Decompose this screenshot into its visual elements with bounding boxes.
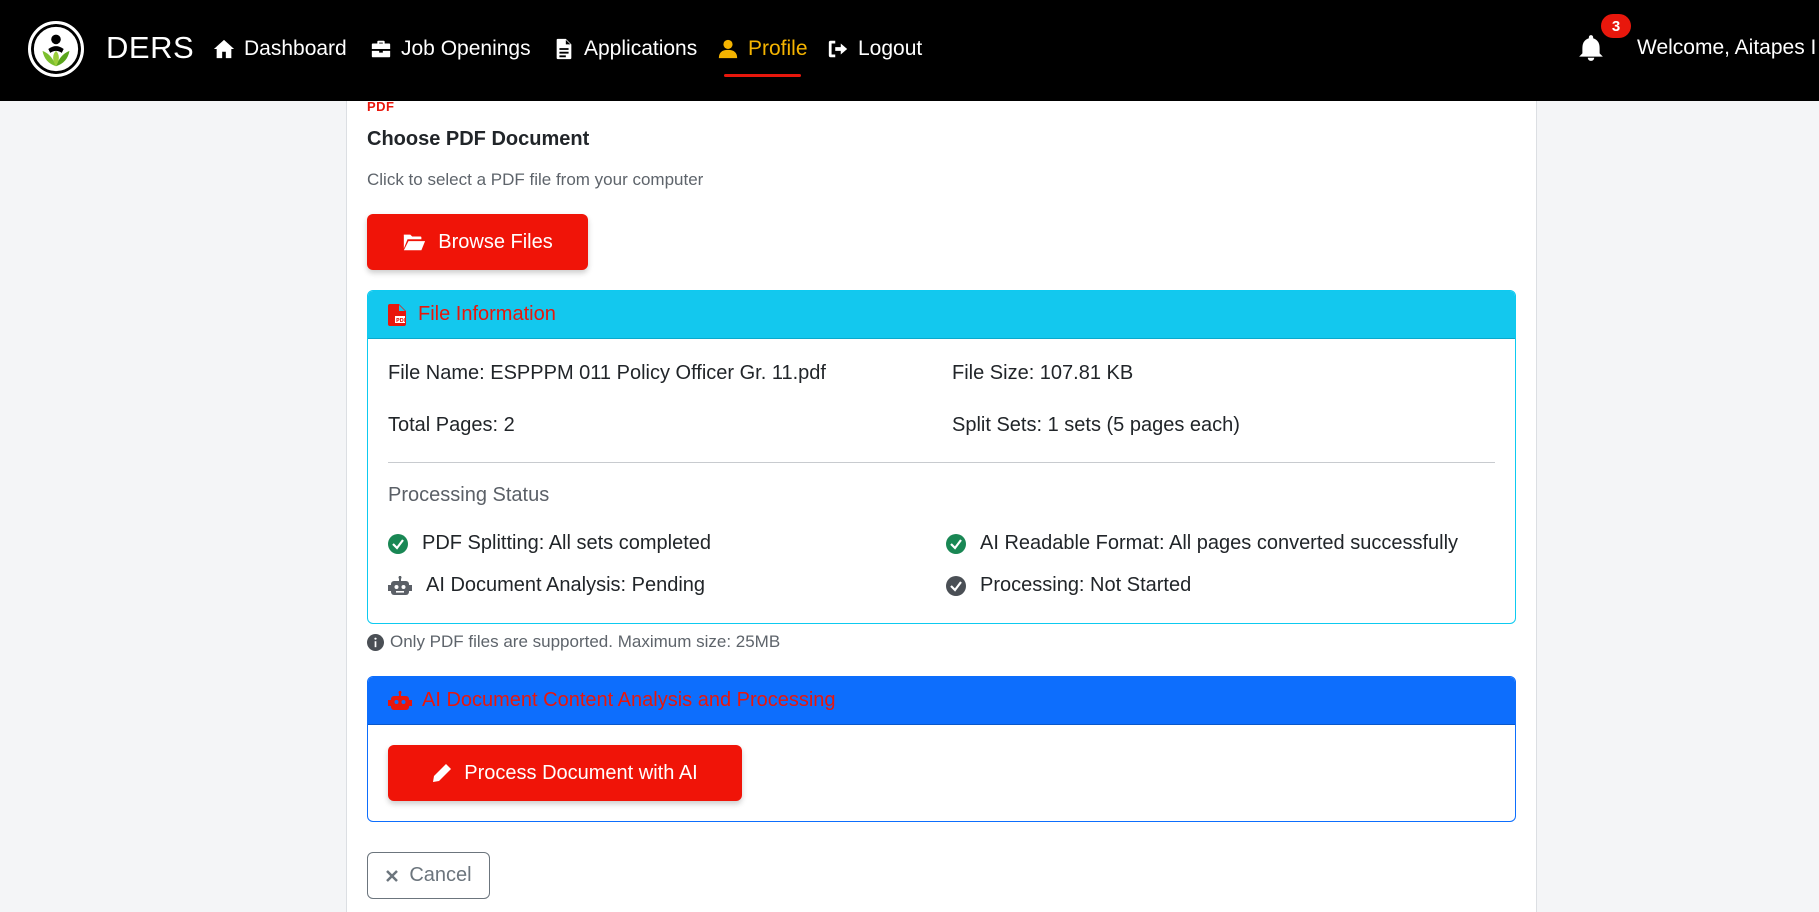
bell-icon: [1579, 35, 1603, 61]
welcome-user-text[interactable]: Welcome, Aitapes I: [1637, 36, 1816, 60]
pdf-file-icon: PDF: [367, 99, 395, 114]
robot-icon: [388, 690, 412, 710]
check-circle-icon: [946, 533, 966, 554]
processing-status-title: Processing Status: [388, 484, 550, 506]
ai-processing-header: AI Document Content Analysis and Process…: [368, 677, 1515, 725]
svg-text:PDF: PDF: [396, 318, 406, 324]
choose-pdf-title: Choose PDF Document: [367, 128, 590, 150]
cancel-button[interactable]: Cancel: [367, 852, 490, 899]
check-circle-icon: [388, 533, 408, 554]
status-ai-analysis: AI Document Analysis: Pending: [388, 574, 705, 597]
nav-dashboard[interactable]: Dashboard: [213, 34, 347, 64]
status-ai-analysis-label: AI Document Analysis: Pending: [426, 574, 706, 596]
file-name-text: File Name: ESPPPM 011 Policy Officer Gr.…: [388, 362, 826, 384]
nav-applications-label: Applications: [584, 37, 698, 60]
nav-job-openings-label: Job Openings: [401, 37, 531, 60]
briefcase-icon: [371, 40, 391, 58]
document-icon: [556, 38, 572, 60]
file-information-panel: PDF File Information File Name: ESPPPM 0…: [367, 290, 1516, 624]
status-ai-readable: AI Readable Format: All pages converted …: [946, 532, 1458, 555]
file-size-text: File Size: 107.81 KB: [952, 362, 1134, 384]
status-ai-readable-label: AI Readable Format: All pages converted …: [980, 532, 1459, 554]
check-circle-icon: [946, 575, 966, 596]
user-icon: [718, 39, 738, 59]
browse-files-label: Browse Files: [438, 230, 553, 253]
status-pdf-splitting-label: PDF Splitting: All sets completed: [422, 532, 712, 554]
nav-profile[interactable]: Profile: [717, 34, 808, 64]
browse-files-button[interactable]: Browse Files: [367, 214, 588, 270]
ai-processing-panel: AI Document Content Analysis and Process…: [367, 676, 1516, 822]
cancel-label: Cancel: [409, 864, 472, 886]
notifications-button[interactable]: [1578, 34, 1604, 62]
pencil-icon: [433, 764, 452, 782]
status-pdf-splitting: PDF Splitting: All sets completed: [388, 532, 711, 555]
file-pdf-icon: PDF: [388, 303, 406, 326]
file-information-header: PDF File Information: [368, 291, 1515, 339]
folder-open-icon: [403, 234, 426, 251]
info-circle-icon: [367, 633, 384, 651]
nav-job-openings[interactable]: Job Openings: [370, 34, 531, 64]
notification-count-badge: 3: [1601, 14, 1631, 38]
close-icon: [386, 869, 399, 882]
nav-logout-label: Logout: [858, 37, 923, 60]
nav-applications[interactable]: Applications: [553, 34, 697, 64]
process-with-ai-label: Process Document with AI: [464, 761, 698, 784]
total-pages-text: Total Pages: 2: [388, 414, 515, 436]
file-support-note-text: Only PDF files are supported. Maximum si…: [390, 632, 781, 651]
process-with-ai-button[interactable]: Process Document with AI: [388, 745, 742, 801]
home-icon: [213, 39, 235, 59]
top-navbar: DERS Dashboard Job Openings Applications…: [0, 0, 1819, 101]
nav-logout[interactable]: Logout: [827, 34, 922, 64]
nav-dashboard-label: Dashboard: [244, 37, 347, 60]
choose-pdf-subtitle: Click to select a PDF file from your com…: [367, 170, 704, 189]
status-processing: Processing: Not Started: [946, 574, 1191, 597]
brand-name[interactable]: DERS: [106, 30, 194, 66]
ai-processing-title: AI Document Content Analysis and Process…: [422, 689, 836, 711]
file-information-title: File Information: [418, 303, 556, 325]
file-support-note: Only PDF files are supported. Maximum si…: [367, 632, 780, 652]
section-divider: [388, 462, 1495, 463]
active-nav-indicator: [724, 74, 801, 77]
logout-icon: [828, 40, 848, 58]
ders-logo[interactable]: [28, 21, 84, 77]
logo-emblem-icon: [31, 24, 81, 74]
split-sets-text: Split Sets: 1 sets (5 pages each): [952, 414, 1240, 436]
nav-profile-label: Profile: [748, 37, 808, 60]
status-processing-label: Processing: Not Started: [980, 574, 1192, 596]
robot-icon: [388, 575, 412, 595]
